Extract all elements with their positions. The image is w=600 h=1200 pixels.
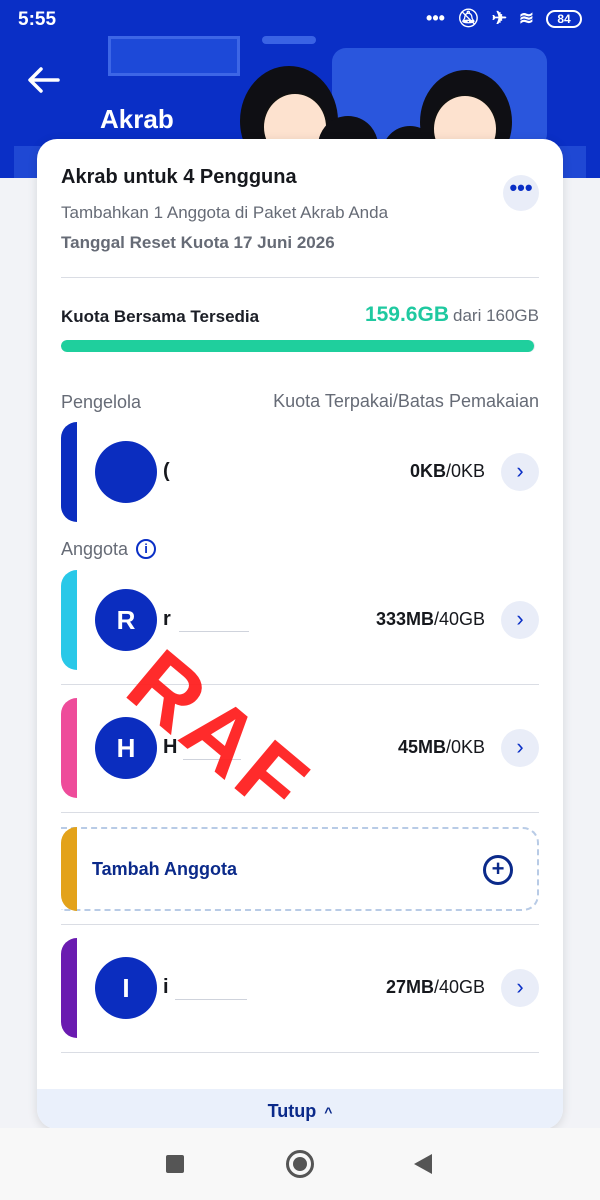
- redacted-name-mask: [179, 618, 249, 632]
- quota-reset-date: Tanggal Reset Kuota 17 Juni 2026: [61, 233, 335, 252]
- manager-accent-bar: [61, 422, 77, 522]
- divider: [61, 1052, 539, 1053]
- member-used: 333MB: [375, 609, 434, 629]
- manager-limit: /0KB: [445, 461, 485, 481]
- page-title: Akrab: [100, 104, 174, 134]
- status-bar: 5:55 ••• 🔕︎ ✈ ≋ 84: [0, 0, 600, 38]
- member-name: i: [163, 976, 169, 998]
- wifi-icon: ≋: [518, 8, 534, 28]
- chevron-up-icon: ^: [324, 1104, 333, 1120]
- status-time: 5:55: [18, 9, 57, 30]
- battery-icon: 84: [546, 9, 582, 28]
- status-icons: ••• 🔕︎ ✈ ≋ 84: [426, 8, 582, 29]
- add-member-button[interactable]: Tambah Anggota +: [61, 827, 539, 911]
- avatar: [95, 441, 157, 503]
- member-used: 27MB: [385, 977, 434, 997]
- member-usage: 45MB/0KB: [398, 737, 485, 758]
- avatar: R: [95, 589, 157, 651]
- members-label-text: Anggota: [61, 539, 129, 559]
- chevron-right-icon[interactable]: ›: [501, 969, 539, 1007]
- package-title: Akrab untuk 4 Pengguna: [61, 166, 297, 188]
- member-accent-bar: [61, 698, 77, 798]
- system-nav-bar: [0, 1128, 600, 1200]
- more-dots-icon: •••: [426, 8, 445, 28]
- avatar: I: [95, 957, 157, 1019]
- shared-quota-label: Kuota Bersama Tersedia: [61, 307, 260, 326]
- arrow-left-icon: [28, 67, 60, 93]
- manager-section-label: Pengelola: [61, 392, 142, 412]
- plus-circle-icon: +: [483, 855, 513, 885]
- manager-used: 0KB: [409, 461, 446, 481]
- member-accent-bar: [61, 938, 77, 1038]
- manager-usage: 0KB/0KB: [410, 461, 485, 482]
- redacted-name-mask: [175, 986, 247, 1000]
- member-used: 45MB: [397, 737, 446, 757]
- usage-column-header: Kuota Terpakai/Batas Pemakaian: [273, 391, 539, 411]
- header-illustration-window: [108, 36, 240, 76]
- member-limit: /0KB: [445, 737, 485, 757]
- member-row-1[interactable]: R r 333MB/40GB ›: [61, 570, 539, 670]
- chevron-right-icon[interactable]: ›: [501, 729, 539, 767]
- close-button[interactable]: Tutup ^: [37, 1089, 563, 1129]
- divider: [61, 277, 539, 278]
- more-options-button[interactable]: •••: [503, 175, 539, 211]
- quota-progress-fill: [61, 340, 534, 352]
- divider: [61, 924, 539, 925]
- member-limit: /40GB: [433, 609, 485, 629]
- members-section-label: Anggota i: [61, 539, 157, 560]
- member-name: r: [163, 608, 171, 630]
- back-button[interactable]: [24, 64, 64, 96]
- member-accent-bar: [61, 570, 77, 670]
- quota-available: 159.6GB: [364, 303, 449, 326]
- back-triangle-icon[interactable]: [414, 1154, 432, 1174]
- recent-apps-icon[interactable]: [166, 1155, 184, 1173]
- akrab-package-card: Akrab untuk 4 Pengguna ••• Tambahkan 1 A…: [37, 139, 563, 1129]
- add-member-label: Tambah Anggota: [92, 859, 237, 879]
- home-icon[interactable]: [286, 1150, 314, 1178]
- close-label: Tutup: [267, 1101, 317, 1121]
- quota-total: dari 160GB: [453, 306, 539, 325]
- airplane-icon: ✈: [491, 8, 507, 28]
- manager-name: (: [163, 460, 170, 482]
- member-limit: /40GB: [433, 977, 485, 997]
- chevron-right-icon[interactable]: ›: [501, 453, 539, 491]
- shared-quota-value: 159.6GB dari 160GB: [365, 303, 539, 327]
- mute-icon: 🔕︎: [456, 8, 480, 28]
- add-member-accent-bar: [61, 827, 77, 911]
- info-icon[interactable]: i: [136, 539, 157, 559]
- quota-progress-bar: [61, 340, 535, 352]
- package-subtitle: Tambahkan 1 Anggota di Paket Akrab Anda: [61, 203, 389, 222]
- member-usage: 333MB/40GB: [376, 609, 485, 630]
- member-usage: 27MB/40GB: [386, 977, 485, 998]
- chevron-right-icon[interactable]: ›: [501, 601, 539, 639]
- manager-row[interactable]: ( 0KB/0KB ›: [61, 422, 539, 522]
- divider: [61, 812, 539, 813]
- member-row-3[interactable]: I i 27MB/40GB ›: [61, 938, 539, 1038]
